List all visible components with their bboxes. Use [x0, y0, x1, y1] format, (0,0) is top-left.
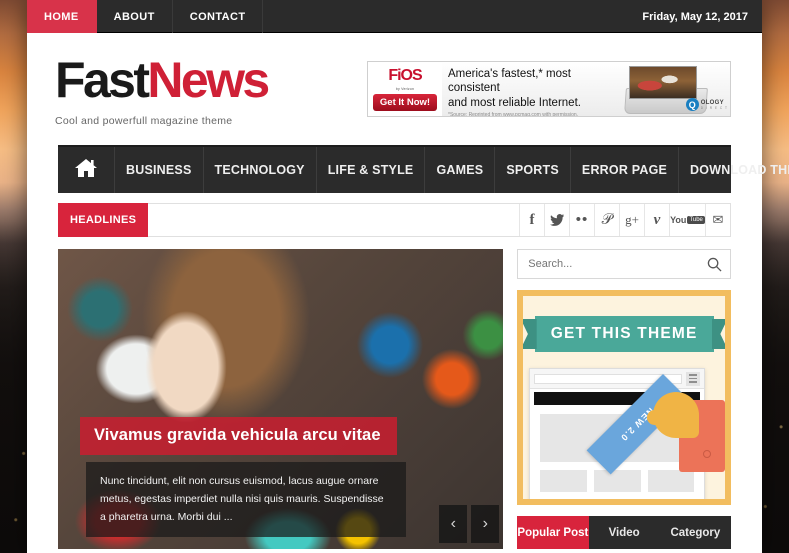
partner-sub: D I R E C T — [700, 105, 728, 110]
flickr-icon[interactable]: •• — [569, 204, 594, 236]
nav-download-label: DOWNLOAD THIS TEMPLATE — [690, 163, 789, 177]
home-icon — [74, 157, 98, 184]
tab-category[interactable]: Category — [660, 516, 731, 549]
ribbon-wrapper: GET THIS THEME — [523, 316, 725, 352]
featured-slider[interactable]: Vivamus gravida vehicula arcu vitae Nunc… — [58, 249, 504, 549]
banner-ad[interactable]: FiOS by Verizon Get It Now! America's fa… — [367, 61, 731, 117]
email-icon[interactable]: ✉ — [705, 204, 730, 236]
nav-games-label: GAMES — [436, 163, 484, 177]
pinterest-icon[interactable]: 𝒫 — [594, 204, 619, 236]
tab-video-label: Video — [608, 526, 640, 539]
nav-item-technology[interactable]: TECHNOLOGY — [204, 147, 317, 193]
mascot-graphic — [647, 392, 725, 488]
topnav-item-contact[interactable]: CONTACT — [173, 0, 264, 33]
tab-category-label: Category — [670, 526, 721, 539]
nav-item-games[interactable]: GAMES — [425, 147, 496, 193]
ad-cta-button[interactable]: Get It Now! — [372, 93, 438, 111]
vimeo-icon[interactable]: v — [644, 204, 669, 236]
ad-visual-block: Q OLOGY D I R E C T — [624, 62, 730, 116]
nav-item-home[interactable] — [58, 147, 115, 193]
top-bar-inner: HOME ABOUT CONTACT Friday, May 12, 2017 — [27, 0, 762, 33]
burger-line — [689, 374, 698, 376]
headlines-bar: HEADLINES f •• 𝒫 g+ v You Tube ✉ — [58, 203, 731, 237]
tab-video[interactable]: Video — [589, 516, 660, 549]
get-this-theme-ribbon[interactable]: GET THIS THEME — [534, 316, 714, 352]
youtube-badge: Tube — [687, 216, 705, 224]
twitter-icon[interactable] — [544, 204, 569, 236]
site-logo[interactable]: FastNews — [55, 52, 270, 108]
ad-brand-block: FiOS by Verizon Get It Now! — [368, 62, 442, 116]
nav-business-label: BUSINESS — [126, 163, 192, 177]
nav-error-page-label: ERROR PAGE — [581, 163, 668, 177]
ad-brand-name: FiOS — [388, 66, 422, 84]
current-date: Friday, May 12, 2017 — [642, 10, 748, 23]
youtube-icon[interactable]: You Tube — [669, 204, 705, 236]
sidebar-tab-bar: Popular Post Video Category — [517, 516, 731, 549]
site-tagline: Cool and powerfull magazine theme — [55, 115, 233, 127]
mockup-thumbnail — [593, 470, 641, 492]
nav-technology-label: TECHNOLOGY — [214, 163, 305, 177]
tab-popular-post-label: Popular Post — [517, 526, 589, 539]
ad-copy-block: America's fastest,* most consistent and … — [442, 62, 625, 116]
ad-headline-line2: and most reliable Internet. — [448, 96, 581, 109]
tab-popular-post[interactable]: Popular Post — [517, 516, 589, 549]
burger-line — [689, 381, 698, 383]
logo-second-part: News — [147, 52, 270, 108]
main-navigation: BUSINESS TECHNOLOGY LIFE & STYLE GAMES S… — [58, 145, 789, 193]
get-this-theme-widget[interactable]: GET THIS THEME NEW 2.0 — [517, 290, 731, 505]
facebook-icon[interactable]: f — [519, 204, 544, 236]
nav-item-error-page[interactable]: ERROR PAGE — [571, 147, 680, 193]
social-icon-list: f •• 𝒫 g+ v You Tube ✉ — [519, 204, 730, 236]
partner-name: OLOGY — [700, 99, 724, 106]
ad-partner-logo: Q OLOGY D I R E C T — [685, 98, 728, 111]
burger-line — [689, 377, 698, 380]
mockup-thumbnail — [540, 470, 587, 492]
logo-first-part: Fast — [55, 52, 150, 108]
search-box[interactable] — [517, 249, 731, 279]
headlines-ticker[interactable] — [148, 204, 519, 236]
content-area: Vivamus gravida vehicula arcu vitae Nunc… — [58, 249, 731, 549]
ad-headline-line1: America's fastest,* most consistent — [448, 68, 571, 95]
nav-life-style-label: LIFE & STYLE — [327, 163, 414, 177]
brand-block[interactable]: FastNews Cool and powerfull magazine the… — [27, 33, 270, 127]
mascot-arm — [647, 410, 675, 425]
nav-sports-label: SPORTS — [506, 163, 559, 177]
featured-post-title[interactable]: Vivamus gravida vehicula arcu vitae — [80, 417, 397, 455]
sidebar: GET THIS THEME — [517, 249, 731, 549]
ad-brand-sub: by Verizon — [395, 86, 415, 91]
slider-next-button[interactable]: › — [471, 505, 500, 543]
hamburger-icon — [686, 371, 701, 386]
top-bar: HOME ABOUT CONTACT Friday, May 12, 2017 — [27, 0, 762, 33]
nav-item-business[interactable]: BUSINESS — [115, 147, 204, 193]
nav-item-life-and-style[interactable]: LIFE & STYLE — [317, 147, 426, 193]
google-plus-icon[interactable]: g+ — [619, 204, 644, 236]
site-container: HOME ABOUT CONTACT Friday, May 12, 2017 … — [27, 0, 789, 553]
featured-post-excerpt: Nunc tincidunt, elit non cursus euismod,… — [86, 462, 406, 538]
topnav-contact-label: CONTACT — [189, 10, 246, 23]
topnav-home-label: HOME — [44, 10, 79, 23]
search-icon[interactable] — [707, 257, 722, 272]
mascot-button — [703, 450, 711, 458]
topnav-item-home[interactable]: HOME — [27, 0, 97, 33]
topnav-about-label: ABOUT — [113, 10, 155, 23]
ad-fine-print-1: *Source: Reprinted from www.pcmag.com wi… — [448, 112, 579, 117]
topnav-item-about[interactable]: ABOUT — [97, 0, 173, 33]
nav-item-sports[interactable]: SPORTS — [495, 147, 571, 193]
headlines-label: HEADLINES — [58, 203, 149, 237]
slider-prev-button[interactable]: ‹ — [439, 505, 468, 543]
nav-item-download-template[interactable]: DOWNLOAD THIS TEMPLATE — [679, 147, 789, 193]
mockup-browser-chrome — [530, 369, 705, 389]
partner-initial: Q — [685, 98, 699, 111]
search-input[interactable] — [528, 258, 707, 270]
football-photo — [629, 66, 697, 99]
